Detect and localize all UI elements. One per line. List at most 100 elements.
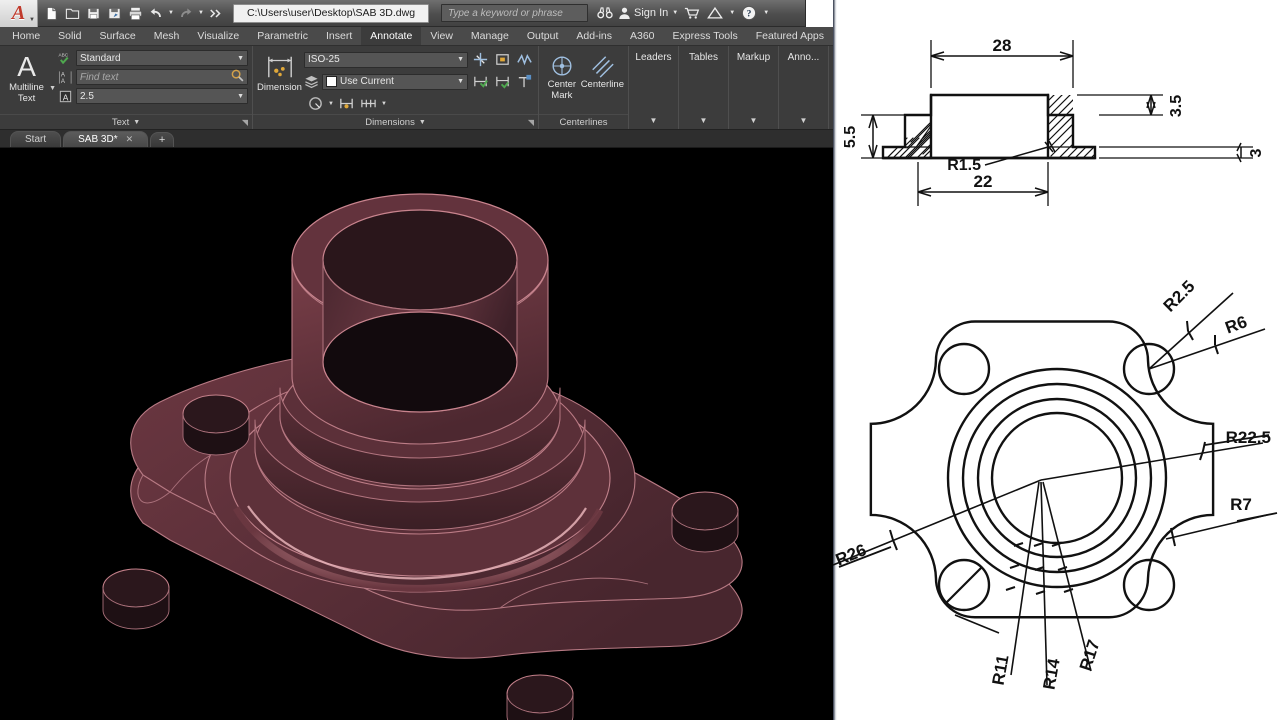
panel-annotation-scaling[interactable]: Anno... ▼ [779,46,829,129]
more-icon[interactable] [206,3,226,24]
panel-text-title[interactable]: Text ▼ ◥ [0,114,252,129]
doc-tab-sab-3d[interactable]: SAB 3D* ✕ [63,131,149,147]
panel-text-dialog-launcher[interactable]: ◥ [242,118,248,127]
ribbon-tab-mesh[interactable]: Mesh [145,27,189,45]
dim-continue-icon[interactable] [471,72,490,91]
help-dropdown-caret[interactable]: ▼ [762,10,770,16]
ribbon-tab-featured-apps[interactable]: Featured Apps [747,27,833,45]
dimension-button[interactable]: Dimension [257,50,302,93]
layers-icon[interactable] [304,74,319,89]
dim-baseline-icon[interactable] [493,72,512,91]
save-icon[interactable] [83,3,103,24]
text-style-combo[interactable]: Standard ▼ [76,50,248,66]
ribbon-tab-bar: Home Solid Surface Mesh Visualize Parame… [0,27,833,46]
ribbon-tab-visualize[interactable]: Visualize [188,27,248,45]
binoculars-icon[interactable] [595,3,615,24]
centerline-button[interactable]: Centerline [581,50,624,90]
doc-tab-start[interactable]: Start [10,131,62,147]
dim-style-row: ISO-25 ▼ [304,50,534,69]
text-height-caret[interactable]: ▼ [237,93,244,100]
ribbon-tab-parametric[interactable]: Parametric [248,27,317,45]
window-controls-area[interactable] [805,0,833,27]
quick-access-toolbar: ▼ ▼ [38,3,229,24]
panel-dimensions-expand-caret[interactable]: ▼ [419,119,426,126]
search-input[interactable]: Type a keyword or phrase [441,4,588,22]
logo-dropdown-caret[interactable]: ▼ [29,17,35,23]
dim-break-icon[interactable] [471,50,490,69]
panel-dimensions-title-label: Dimensions [365,116,415,128]
dim-ordinate-icon[interactable] [359,94,378,113]
panel-dimensions-dialog-launcher[interactable]: ◥ [528,118,534,127]
dim-layer-caret[interactable]: ▼ [457,78,464,85]
dim-tool-row-2 [471,72,534,91]
sign-in-button[interactable]: Sign In [618,6,668,20]
cart-icon[interactable] [682,3,702,24]
undo-dropdown-caret[interactable]: ▼ [167,10,175,16]
panel-tables-caret[interactable]: ▼ [700,63,708,129]
screenshot-root: A ▼ ▼ ▼ C:\Users\user\Desktop\SAB 3D.dwg… [0,0,1280,720]
multiline-text-label-1: Multiline [9,82,44,93]
center-mark-button[interactable]: Center Mark [543,50,581,101]
dim-radius-caret[interactable]: ▼ [328,101,334,107]
dim-linear-icon[interactable] [337,94,356,113]
help-icon[interactable]: ? [739,3,759,24]
open-icon[interactable] [62,3,82,24]
ribbon-tab-manage[interactable]: Manage [462,27,518,45]
undo-icon[interactable] [146,3,166,24]
drawing-viewport[interactable] [0,148,833,720]
autocad-logo-button[interactable]: A ▼ [0,0,38,27]
panel-centerlines-title-label: Centerlines [559,116,608,128]
redo-icon[interactable] [176,3,196,24]
app-dropdown-caret[interactable]: ▼ [728,10,736,16]
save-as-icon[interactable] [104,3,124,24]
new-icon[interactable] [41,3,61,24]
dim-ordinate-caret[interactable]: ▼ [381,101,387,107]
new-tab-button[interactable]: + [150,132,175,147]
ribbon-tab-insert[interactable]: Insert [317,27,361,45]
centerline-icon [589,53,615,79]
autodesk-app-icon[interactable] [705,3,725,24]
ribbon-tab-express-tools[interactable]: Express Tools [664,27,747,45]
panel-annotation-scaling-caret[interactable]: ▼ [800,63,808,129]
panel-dimensions-title[interactable]: Dimensions ▼ ◥ [253,114,538,129]
text-style-row: ABC Standard ▼ [58,50,248,66]
panel-text-expand-caret[interactable]: ▼ [133,119,140,126]
ribbon-tab-surface[interactable]: Surface [91,27,145,45]
sign-in-dropdown-caret[interactable]: ▼ [671,10,679,16]
multiline-text-dropdown-caret[interactable]: ▼ [49,85,56,114]
dim-layer-combo[interactable]: Use Current ▼ [322,73,468,90]
panel-markup[interactable]: Markup ▼ [729,46,779,129]
plot-icon[interactable] [125,3,145,24]
center-mark-label-1: Center [547,79,577,90]
ribbon-tab-solid[interactable]: Solid [49,27,90,45]
text-height-icon[interactable]: A [58,89,73,104]
find-text-search-icon[interactable] [231,69,244,85]
spell-check-icon[interactable]: ABC [58,51,73,66]
text-height-combo[interactable]: 2.5 ▼ [76,88,248,104]
close-icon[interactable]: ✕ [126,134,134,145]
panel-leaders-caret[interactable]: ▼ [650,63,658,129]
text-align-icon[interactable]: AA [58,70,73,85]
panel-leaders[interactable]: Leaders ▼ [629,46,679,129]
text-style-caret[interactable]: ▼ [237,55,244,62]
panel-text-title-label: Text [111,116,130,128]
find-text-input[interactable]: Find text [76,69,248,85]
ribbon-tab-home[interactable]: Home [3,27,49,45]
dim-style-combo[interactable]: ISO-25 ▼ [304,51,468,68]
dim-28: 28 [993,36,1012,55]
dim-update-icon[interactable] [515,72,534,91]
panel-markup-caret[interactable]: ▼ [750,63,758,129]
panel-tables[interactable]: Tables ▼ [679,46,729,129]
ribbon-tab-view[interactable]: View [421,27,462,45]
dim-style-caret[interactable]: ▼ [457,56,464,63]
ribbon-tab-output[interactable]: Output [518,27,568,45]
ribbon-tab-add-ins[interactable]: Add-ins [567,27,621,45]
autocad-window: A ▼ ▼ ▼ C:\Users\user\Desktop\SAB 3D.dwg… [0,0,833,720]
multiline-text-button[interactable]: A Multiline Text [4,50,49,105]
dim-radius-icon[interactable] [306,94,325,113]
ribbon-tab-annotate[interactable]: Annotate [361,27,422,45]
dim-jog-line-icon[interactable] [515,50,534,69]
ribbon-tab-a360[interactable]: A360 [621,27,664,45]
dim-adjust-space-icon[interactable] [493,50,512,69]
redo-dropdown-caret[interactable]: ▼ [197,10,205,16]
